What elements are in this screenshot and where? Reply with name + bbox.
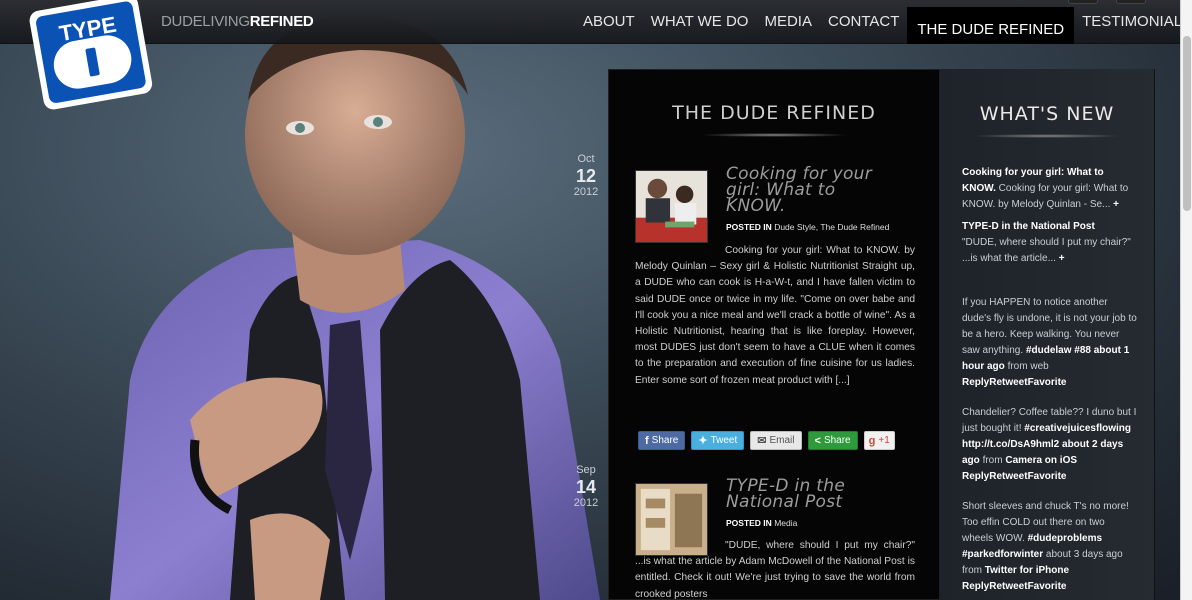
news-item: Cooking for your girl: What to KNOW. Coo…	[962, 165, 1137, 213]
tweet-actions[interactable]: ReplyRetweetFavorite	[962, 377, 1066, 388]
social-button-1[interactable]	[1068, 0, 1098, 4]
posted-in-label: POSTED IN	[726, 518, 772, 528]
section-title: THE DUDE REFINED	[672, 102, 876, 124]
post-day: 12	[575, 166, 597, 186]
nav-media[interactable]: MEDIA	[756, 0, 820, 44]
post-thumbnail[interactable]	[635, 170, 708, 243]
tweet-source: web	[1030, 361, 1049, 372]
post-day: 14	[575, 477, 597, 497]
tweet-label: Tweet	[710, 435, 738, 446]
google-plus-button[interactable]: g +1	[863, 431, 895, 450]
read-more-icon[interactable]: +	[1113, 199, 1119, 210]
brand-wordmark[interactable]: DUDELIVINGREFINED	[161, 13, 314, 30]
whats-new-sidebar: WHAT'S NEW Cooking for your girl: What t…	[940, 69, 1155, 600]
scrollbar-thumb[interactable]	[1183, 36, 1191, 211]
facebook-icon: f	[645, 434, 649, 447]
nav-what-we-do[interactable]: WHAT WE DO	[643, 0, 757, 44]
post-title[interactable]: Cooking for your girl: What to KNOW.	[726, 166, 886, 215]
share-label: Share	[823, 435, 851, 446]
google-icon: g	[868, 434, 876, 447]
tweet-from: from	[962, 565, 982, 576]
share-button[interactable]: < Share	[807, 431, 858, 450]
sidebar-title: WHAT'S NEW	[979, 103, 1115, 125]
facebook-share-label: Share	[651, 435, 679, 446]
tweet-hashtags[interactable]: #dudelaw #88	[1026, 345, 1091, 356]
tweet-button[interactable]: ✦ Tweet	[691, 431, 745, 450]
nav-contact[interactable]: CONTACT	[820, 0, 907, 44]
email-label: Email	[769, 435, 795, 446]
posted-in-label: POSTED IN	[726, 222, 772, 232]
post-meta: POSTED IN Media	[726, 518, 797, 528]
blog-column: THE DUDE REFINED Cooking for your girl: …	[608, 69, 940, 600]
page-scrollbar[interactable]	[1180, 0, 1192, 600]
nav-testimonials[interactable]: TESTIMONIALS	[1074, 0, 1192, 44]
nav-about[interactable]: ABOUT	[575, 0, 643, 44]
twitter-icon: ✦	[698, 435, 708, 447]
title-divider	[972, 134, 1122, 138]
read-more-icon[interactable]: +	[1059, 253, 1065, 264]
tweet-actions[interactable]: ReplyRetweetFavorite	[962, 581, 1066, 592]
tweet-from: from	[982, 455, 1003, 466]
tweet-item: If you HAPPEN to notice another dude's f…	[962, 295, 1137, 391]
news-excerpt: "DUDE, where should I put my chair?" ...…	[962, 237, 1131, 264]
news-list: Cooking for your girl: What to KNOW. Coo…	[962, 165, 1137, 600]
brand-part-1: DUDELIVING	[161, 13, 250, 30]
tweet-actions[interactable]: ReplyRetweetFavorite	[962, 471, 1066, 482]
tweet-time[interactable]: about 3 days ago	[1046, 549, 1123, 560]
tweet-item: Chandelier? Coffee table?? I duno but I …	[962, 405, 1137, 485]
tweet-source[interactable]: Camera on iOS	[1005, 455, 1077, 466]
tweet-source[interactable]: Twitter for iPhone	[985, 565, 1069, 576]
post-categories[interactable]: Dude Style, The Dude Refined	[774, 222, 889, 232]
post-excerpt: "DUDE, where should I put my chair?" ...…	[635, 540, 915, 600]
share-icon: <	[814, 434, 821, 447]
news-item: TYPE-D in the National Post "DUDE, where …	[962, 219, 1137, 267]
email-button[interactable]: ✉ Email	[750, 431, 802, 450]
tweet-item: Short sleeves and chuck T's no more! Too…	[962, 499, 1137, 595]
post-date-1: Oct 12 2012	[569, 154, 603, 198]
brand-part-2: REFINED	[249, 13, 314, 30]
nav-the-dude-refined[interactable]: THE DUDE REFINED	[907, 7, 1075, 44]
type-d-logo[interactable]: TYPE	[28, 0, 156, 112]
social-buttons	[1068, 0, 1146, 4]
social-button-2[interactable]	[1116, 0, 1146, 4]
share-bar: f Share ✦ Tweet ✉ Email < Share g +1	[638, 431, 895, 450]
post-year: 2012	[573, 186, 599, 198]
post-title[interactable]: TYPE-D in the National Post	[726, 478, 886, 511]
envelope-icon: ✉	[757, 435, 767, 447]
post-month: Sep	[576, 464, 596, 476]
site-header: TYPE DUDELIVINGREFINED ABOUT WHAT WE DO …	[0, 0, 1192, 110]
post-year: 2012	[573, 497, 599, 509]
post-categories[interactable]: Media	[774, 518, 797, 528]
post-excerpt: Cooking for your girl: What to KNOW. by …	[635, 245, 915, 386]
title-divider	[699, 133, 849, 137]
google-plus-label: +1	[878, 435, 890, 446]
news-title[interactable]: TYPE-D in the National Post	[962, 221, 1095, 232]
tweet-from: from	[1007, 361, 1028, 372]
post-meta: POSTED IN Dude Style, The Dude Refined	[726, 222, 889, 232]
post-month: Oct	[577, 153, 595, 165]
post-date-2: Sep 14 2012	[569, 465, 603, 509]
main-nav: ABOUT WHAT WE DO MEDIA CONTACT THE DUDE …	[575, 0, 1192, 44]
facebook-share-button[interactable]: f Share	[638, 431, 686, 450]
